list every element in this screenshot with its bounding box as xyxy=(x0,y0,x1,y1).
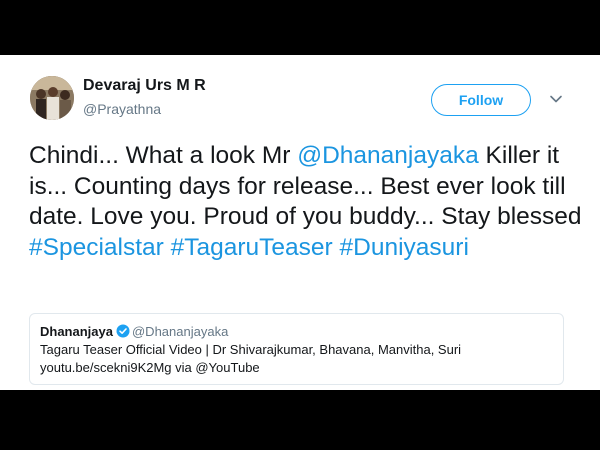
author-name[interactable]: Devaraj Urs M R xyxy=(83,77,206,95)
tweet-text-part: Chindi... What a look Mr xyxy=(29,142,298,169)
quoted-text-line: Tagaru Teaser Official Video | Dr Shivar… xyxy=(40,342,462,357)
mention-link[interactable]: @Dhananjayaka xyxy=(297,142,479,169)
quoted-tweet[interactable]: Dhananjaya @Dhananjayaka Tagaru Teaser Of… xyxy=(29,313,564,385)
hashtag-link[interactable]: #TagaruTeaser xyxy=(171,234,333,261)
verified-badge-icon xyxy=(116,324,130,338)
quoted-author-name: Dhananjaya xyxy=(40,324,113,339)
quoted-text-line: youtu.be/scekni9K2Mg via @YouTube xyxy=(40,360,260,375)
tweet-card: Devaraj Urs M R @Prayathna Follow Chindi… xyxy=(0,55,600,390)
author-handle[interactable]: @Prayathna xyxy=(83,101,161,117)
avatar[interactable] xyxy=(30,76,74,120)
quoted-author-handle: @Dhananjayaka xyxy=(131,324,229,339)
follow-button[interactable]: Follow xyxy=(431,84,531,116)
hashtag-link[interactable]: #Duniyasuri xyxy=(340,234,469,261)
quoted-header: Dhananjaya @Dhananjayaka xyxy=(40,323,553,341)
chevron-down-icon[interactable] xyxy=(549,92,563,106)
hashtag-link[interactable]: #Specialstar xyxy=(29,234,164,261)
tweet-text: Chindi... What a look Mr @Dhananjayaka K… xyxy=(29,141,584,263)
